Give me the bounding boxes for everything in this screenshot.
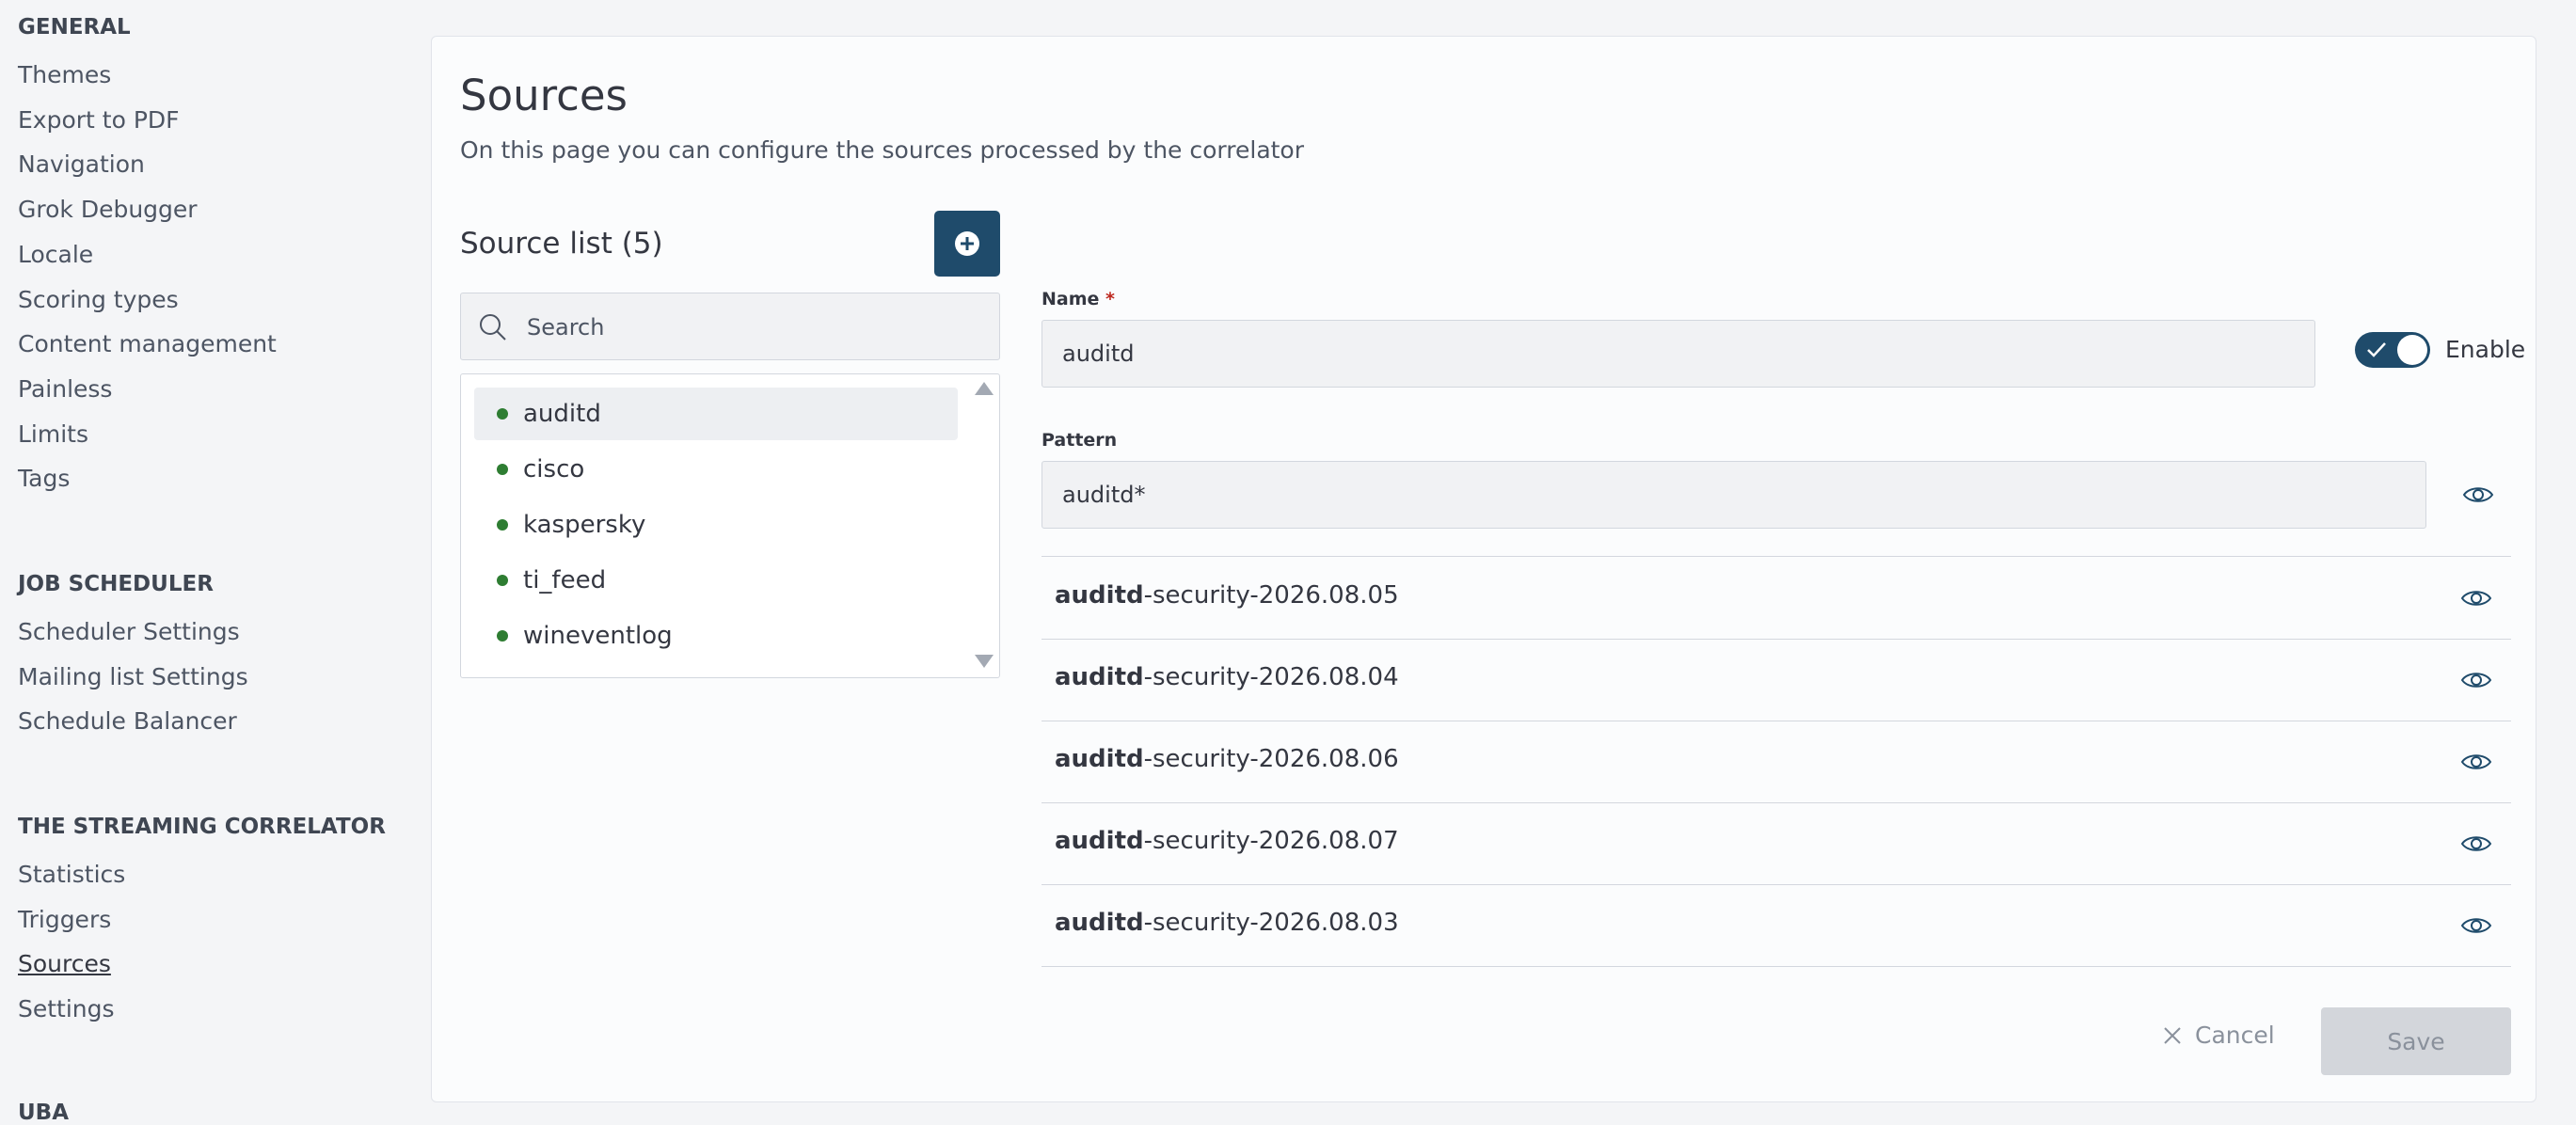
- sidebar-section-title-cut: UBA: [18, 1101, 70, 1125]
- index-name: auditd-security-2026.08.06: [1055, 745, 1399, 773]
- index-row: auditd-security-2026.08.03: [1042, 884, 2511, 967]
- index-prefix: auditd: [1055, 663, 1144, 691]
- cancel-button[interactable]: Cancel: [2163, 1022, 2275, 1049]
- page-description: On this page you can configure the sourc…: [460, 136, 1305, 164]
- add-source-button[interactable]: [934, 211, 1000, 277]
- eye-icon[interactable]: [2460, 833, 2492, 854]
- scroll-down-arrow-icon[interactable]: [975, 655, 994, 668]
- index-name: auditd-security-2026.08.04: [1055, 663, 1399, 691]
- index-suffix: -security-2026.08.04: [1143, 663, 1399, 691]
- sidebar-item-scheduler-settings[interactable]: Scheduler Settings: [18, 610, 248, 655]
- sidebar-item-mailing-list-settings[interactable]: Mailing list Settings: [18, 655, 248, 700]
- sidebar-item-export-to-pdf[interactable]: Export to PDF: [18, 98, 277, 143]
- sidebar-item-content-management[interactable]: Content management: [18, 322, 277, 367]
- sidebar-section-title: JOB SCHEDULER: [18, 572, 214, 596]
- sidebar-item-grok-debugger[interactable]: Grok Debugger: [18, 187, 277, 232]
- list-item-auditd[interactable]: auditd: [474, 388, 958, 440]
- toggle-knob: [2397, 335, 2427, 365]
- enable-toggle[interactable]: [2355, 332, 2430, 368]
- sidebar-item-themes[interactable]: Themes: [18, 53, 277, 98]
- sidebar-item-tags[interactable]: Tags: [18, 456, 277, 501]
- sidebar-section-title: GENERAL: [18, 15, 131, 40]
- sidebar-item-scoring-types[interactable]: Scoring types: [18, 277, 277, 323]
- index-row: auditd-security-2026.08.04: [1042, 639, 2511, 721]
- list-item-label: cisco: [523, 455, 585, 483]
- sidebar-item-limits[interactable]: Limits: [18, 412, 277, 457]
- sidebar-item-sources[interactable]: Sources: [18, 942, 386, 987]
- eye-icon[interactable]: [2462, 484, 2494, 505]
- list-item-label: wineventlog: [523, 622, 673, 650]
- index-name: auditd-security-2026.08.05: [1055, 581, 1399, 610]
- status-dot: [497, 408, 508, 420]
- sidebar-section-title: THE STREAMING CORRELATOR: [18, 815, 386, 839]
- sidebar-item-settings[interactable]: Settings: [18, 987, 386, 1032]
- index-row: auditd-security-2026.08.06: [1042, 721, 2511, 803]
- index-prefix: auditd: [1055, 745, 1144, 773]
- sidebar-item-navigation[interactable]: Navigation: [18, 142, 277, 187]
- list-item-cisco[interactable]: cisco: [474, 443, 958, 496]
- index-prefix: auditd: [1055, 827, 1144, 855]
- name-input[interactable]: auditd: [1042, 320, 2315, 388]
- index-name: auditd-security-2026.08.07: [1055, 827, 1399, 855]
- sidebar-item-locale[interactable]: Locale: [18, 232, 277, 277]
- sidebar-item-triggers[interactable]: Triggers: [18, 897, 386, 943]
- source-list[interactable]: auditd cisco kaspersky ti_feed wineventl…: [460, 373, 1000, 678]
- sidebar-item-painless[interactable]: Painless: [18, 367, 277, 412]
- cancel-label: Cancel: [2195, 1022, 2275, 1049]
- status-dot: [497, 630, 508, 642]
- sidebar-section-streaming-correlator: THE STREAMING CORRELATOR Statistics Trig…: [18, 815, 386, 1032]
- settings-sidebar: GENERAL Themes Export to PDF Navigation …: [0, 0, 414, 1125]
- required-mark: *: [1105, 289, 1115, 309]
- pattern-field-label: Pattern: [1042, 430, 1118, 451]
- index-row: auditd-security-2026.08.07: [1042, 802, 2511, 885]
- eye-icon[interactable]: [2460, 752, 2492, 772]
- scroll-up-arrow-icon[interactable]: [975, 382, 994, 395]
- sidebar-item-schedule-balancer[interactable]: Schedule Balancer: [18, 699, 248, 744]
- sidebar-item-statistics[interactable]: Statistics: [18, 852, 386, 897]
- page-title: Sources: [460, 71, 628, 120]
- status-dot: [497, 464, 508, 475]
- plus-circle-icon: [955, 231, 979, 256]
- index-suffix: -security-2026.08.05: [1143, 581, 1399, 610]
- pattern-input[interactable]: auditd*: [1042, 461, 2426, 529]
- eye-icon[interactable]: [2460, 915, 2492, 936]
- list-item-kaspersky[interactable]: kaspersky: [474, 499, 958, 551]
- source-list-title: Source list (5): [460, 227, 663, 261]
- index-row: auditd-security-2026.08.05: [1042, 556, 2511, 640]
- save-button[interactable]: Save: [2321, 1007, 2511, 1075]
- name-field-label: Name *: [1042, 289, 1115, 309]
- list-item-label: auditd: [523, 400, 601, 428]
- status-dot: [497, 575, 508, 586]
- index-suffix: -security-2026.08.06: [1143, 745, 1399, 773]
- check-icon: [2367, 342, 2386, 357]
- list-item-wineventlog[interactable]: wineventlog: [474, 610, 958, 662]
- sidebar-section-general: GENERAL Themes Export to PDF Navigation …: [18, 15, 277, 501]
- search-placeholder: Search: [527, 314, 605, 341]
- index-prefix: auditd: [1055, 909, 1144, 937]
- index-suffix: -security-2026.08.07: [1143, 827, 1399, 855]
- sidebar-section-job-scheduler: JOB SCHEDULER Scheduler Settings Mailing…: [18, 572, 248, 744]
- enable-label: Enable: [2445, 336, 2526, 363]
- eye-icon[interactable]: [2460, 588, 2492, 609]
- list-item-label: kaspersky: [523, 511, 646, 539]
- index-suffix: -security-2026.08.03: [1143, 909, 1399, 937]
- name-label-text: Name: [1042, 289, 1100, 309]
- eye-icon[interactable]: [2460, 670, 2492, 690]
- sources-panel: Sources On this page you can configure t…: [431, 36, 2536, 1102]
- status-dot: [497, 519, 508, 531]
- index-prefix: auditd: [1055, 581, 1144, 610]
- close-icon: [2164, 1026, 2181, 1044]
- search-icon: [480, 314, 506, 341]
- source-search-input[interactable]: Search: [460, 293, 1000, 360]
- list-item-ti-feed[interactable]: ti_feed: [474, 554, 958, 607]
- index-name: auditd-security-2026.08.03: [1055, 909, 1399, 937]
- list-item-label: ti_feed: [523, 566, 607, 594]
